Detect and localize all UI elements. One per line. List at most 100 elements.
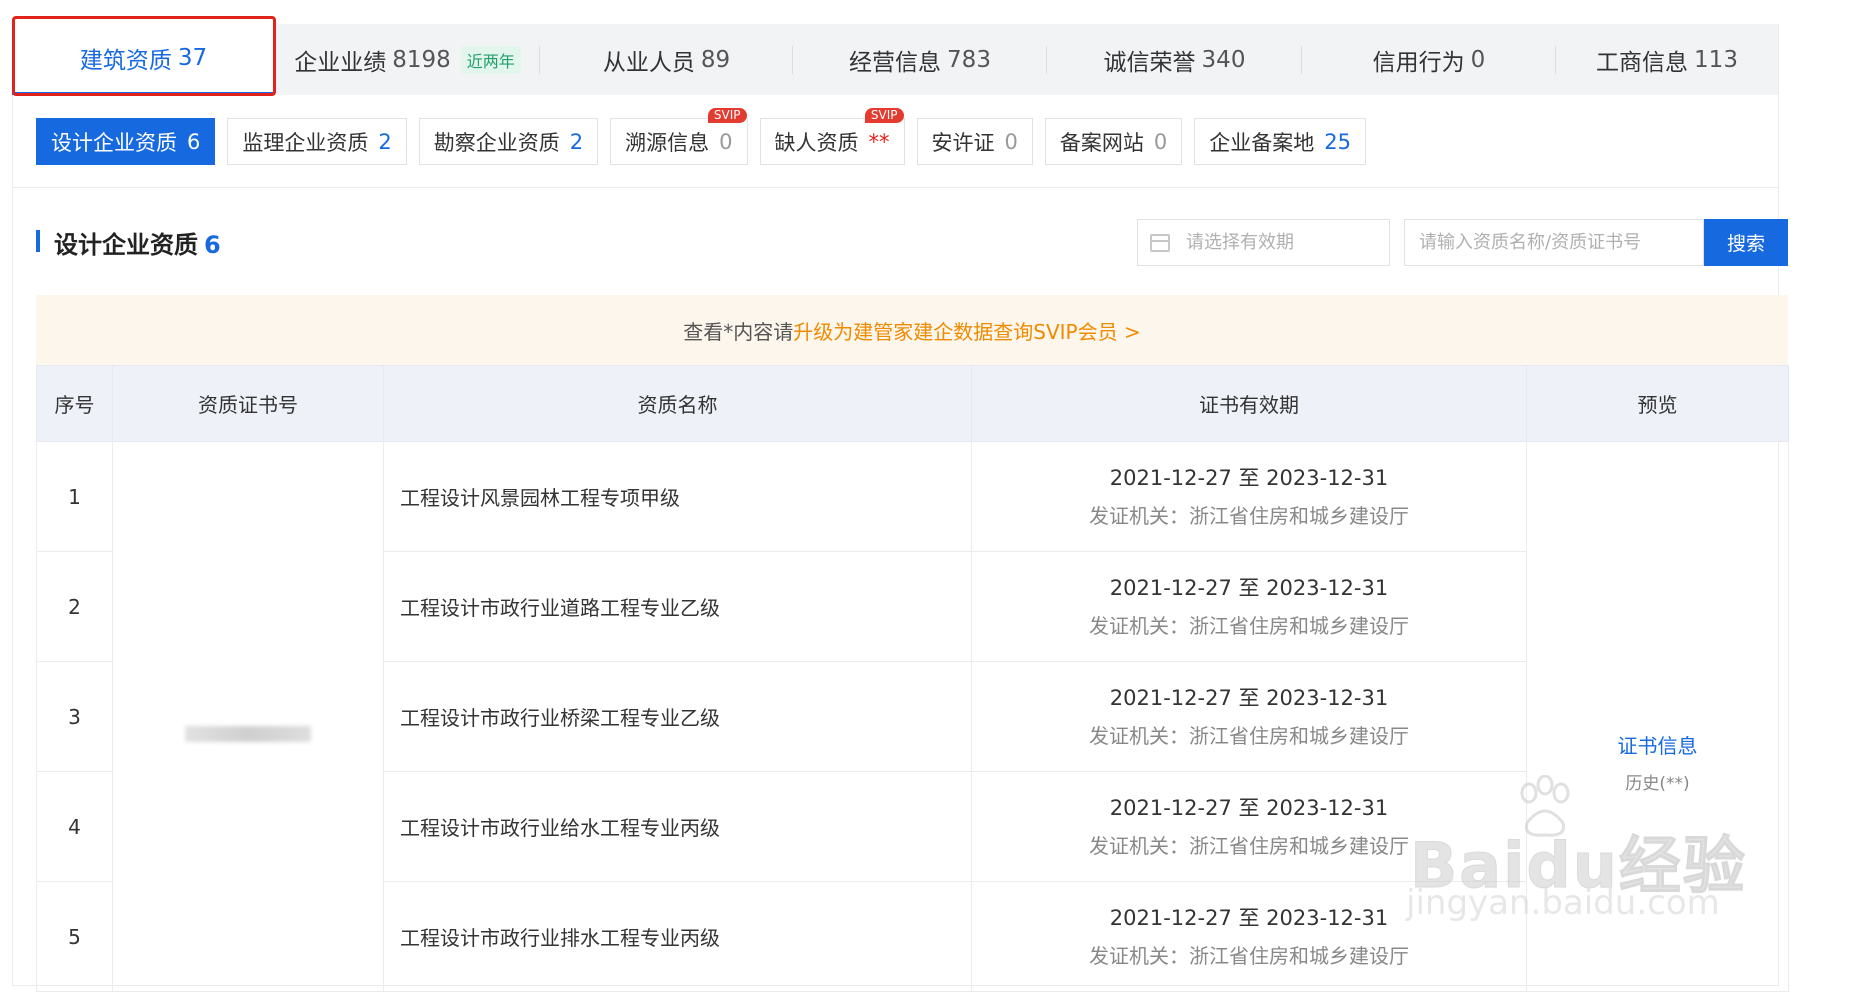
- tab-count: 37: [177, 45, 208, 71]
- blurred-cert-number: [185, 726, 311, 742]
- subtab-label: 安许证: [931, 130, 995, 155]
- tab-business-registration[interactable]: 工商信息 113: [1556, 24, 1778, 95]
- subtab-filing-website[interactable]: 备案网站 0: [1044, 118, 1183, 165]
- banner-text: 查看*内容请: [683, 319, 794, 344]
- section-title-text: 设计企业资质: [54, 231, 198, 259]
- subtab-count: 2: [569, 129, 584, 154]
- validity-date-input[interactable]: [1184, 231, 1388, 254]
- subtab-supervision-qualification[interactable]: 监理企业资质 2: [227, 118, 407, 165]
- header-cert-number: 资质证书号: [112, 365, 384, 442]
- tab-count: 89: [700, 46, 731, 73]
- row-index: 3: [36, 661, 113, 772]
- subtab-safety-license[interactable]: 安许证 0: [916, 118, 1033, 165]
- tab-label: 经营信息: [849, 49, 942, 76]
- tab-count: 0: [1470, 46, 1486, 73]
- row-index: 2: [36, 551, 113, 662]
- header-qualification-name: 资质名称: [383, 365, 972, 442]
- header-index: 序号: [36, 365, 113, 442]
- issuing-authority: 发证机关：浙江省住房和城乡建设厅: [1089, 833, 1409, 858]
- row-index: 1: [36, 441, 113, 552]
- qualification-name: 工程设计市政行业桥梁工程专业乙级: [383, 661, 972, 772]
- subtab-label: 勘察企业资质: [433, 130, 560, 155]
- issuing-authority: 发证机关：浙江省住房和城乡建设厅: [1089, 613, 1409, 638]
- subtab-count: **: [868, 129, 890, 154]
- header-validity: 证书有效期: [971, 365, 1527, 442]
- subtab-filing-location[interactable]: 企业备案地 25: [1194, 118, 1366, 165]
- subtab-count: 25: [1324, 129, 1351, 154]
- subtab-count: 6: [187, 129, 201, 154]
- qualification-table: 序号 资质证书号 资质名称 证书有效期 预览 1 工程设计风景园林工程专项甲级 …: [36, 365, 1789, 992]
- table-row: 1 工程设计风景园林工程专项甲级 2021-12-27 至 2023-12-31…: [36, 441, 1789, 992]
- tab-construction-qualification[interactable]: 建筑资质 37: [12, 24, 275, 95]
- subtab-label: 缺人资质: [774, 130, 859, 155]
- cert-number-cell: [112, 441, 384, 992]
- row-index: 4: [36, 771, 113, 882]
- tab-count: 340: [1201, 46, 1246, 73]
- validity-cell: 2021-12-27 至 2023-12-31 发证机关：浙江省住房和城乡建设厅: [971, 881, 1527, 992]
- tab-practitioners[interactable]: 从业人员 89: [540, 24, 793, 95]
- subtab-label: 溯源信息: [625, 130, 710, 155]
- validity-cell: 2021-12-27 至 2023-12-31 发证机关：浙江省住房和城乡建设厅: [971, 661, 1527, 772]
- qualification-name: 工程设计市政行业道路工程专业乙级: [383, 551, 972, 662]
- validity-date-picker[interactable]: [1137, 219, 1390, 266]
- subtab-survey-qualification[interactable]: 勘察企业资质 2: [418, 118, 599, 165]
- tab-count: 783: [947, 46, 991, 73]
- subtab-traceability[interactable]: 溯源信息 0 SVIP: [610, 108, 748, 165]
- validity-period: 2021-12-27 至 2023-12-31: [1109, 685, 1389, 710]
- table-header-row: 序号 资质证书号 资质名称 证书有效期 预览: [36, 365, 1789, 442]
- qualification-search-input[interactable]: [1404, 219, 1704, 266]
- certificate-info-link[interactable]: 证书信息: [1528, 730, 1787, 759]
- qualification-name: 工程设计市政行业排水工程专业丙级: [383, 881, 972, 992]
- subtab-count: 0: [1153, 129, 1168, 154]
- section-count: 6: [204, 231, 221, 259]
- subtab-design-qualification[interactable]: 设计企业资质 6: [36, 118, 216, 165]
- history-link[interactable]: 历史(**): [1528, 769, 1787, 794]
- tab-label: 诚信荣誉: [1103, 49, 1196, 76]
- tab-credit-behavior[interactable]: 信用行为 0: [1302, 24, 1556, 95]
- tab-label: 信用行为: [1372, 49, 1465, 76]
- tab-enterprise-performance[interactable]: 企业业绩 8198 近两年: [275, 24, 540, 95]
- validity-cell: 2021-12-27 至 2023-12-31 发证机关：浙江省住房和城乡建设厅: [971, 771, 1527, 882]
- recent-two-years-tag: 近两年: [460, 45, 521, 74]
- tab-label: 企业业绩: [294, 49, 387, 76]
- validity-cell: 2021-12-27 至 2023-12-31 发证机关：浙江省住房和城乡建设厅: [971, 551, 1527, 662]
- qualification-name: 工程设计风景园林工程专项甲级: [383, 441, 972, 552]
- row-index: 5: [36, 881, 113, 992]
- section-accent-bar: [36, 230, 40, 252]
- validity-cell: 2021-12-27 至 2023-12-31 发证机关：浙江省住房和城乡建设厅: [971, 441, 1527, 552]
- subtab-count: 0: [719, 129, 733, 154]
- search-button[interactable]: 搜索: [1704, 219, 1788, 266]
- tab-label: 从业人员: [602, 49, 695, 76]
- subtab-label: 备案网站: [1059, 130, 1144, 155]
- tab-count: 113: [1694, 46, 1738, 73]
- svip-upgrade-banner: 查看*内容请 升级为建管家建企数据查询SVIP会员 >: [36, 295, 1788, 365]
- qualification-name: 工程设计市政行业给水工程专业丙级: [383, 771, 972, 882]
- issuing-authority: 发证机关：浙江省住房和城乡建设厅: [1089, 723, 1409, 748]
- tab-label: 建筑资质: [79, 48, 172, 74]
- section-title: 设计企业资质 6: [54, 225, 221, 260]
- validity-period: 2021-12-27 至 2023-12-31: [1109, 905, 1389, 930]
- calendar-icon: [1150, 233, 1170, 252]
- svip-badge: SVIP: [864, 108, 904, 123]
- validity-period: 2021-12-27 至 2023-12-31: [1109, 795, 1389, 820]
- tab-honors[interactable]: 诚信荣誉 340: [1047, 24, 1302, 95]
- preview-cell: 证书信息 历史(**): [1526, 441, 1789, 992]
- svip-badge: SVIP: [707, 108, 747, 123]
- subtab-count: 0: [1004, 129, 1018, 154]
- main-tab-bar: 建筑资质 37 企业业绩 8198 近两年 从业人员 89 经营信息 783 诚…: [12, 24, 1778, 95]
- subtab-missing-staff-qualification[interactable]: 缺人资质 ** SVIP: [759, 108, 905, 165]
- issuing-authority: 发证机关：浙江省住房和城乡建设厅: [1089, 943, 1409, 968]
- svip-upgrade-link[interactable]: 升级为建管家建企数据查询SVIP会员 >: [793, 316, 1140, 345]
- issuing-authority: 发证机关：浙江省住房和城乡建设厅: [1089, 503, 1409, 528]
- tab-label: 工商信息: [1596, 49, 1689, 76]
- subtab-count: 2: [378, 129, 392, 154]
- validity-period: 2021-12-27 至 2023-12-31: [1109, 465, 1389, 490]
- header-preview: 预览: [1526, 365, 1789, 442]
- validity-period: 2021-12-27 至 2023-12-31: [1109, 575, 1389, 600]
- divider: [12, 187, 1778, 188]
- subtab-label: 企业备案地: [1209, 130, 1315, 155]
- tab-business-info[interactable]: 经营信息 783: [793, 24, 1047, 95]
- subtab-label: 监理企业资质: [242, 130, 369, 155]
- subtab-label: 设计企业资质: [51, 130, 177, 155]
- tab-count: 8198: [392, 46, 451, 73]
